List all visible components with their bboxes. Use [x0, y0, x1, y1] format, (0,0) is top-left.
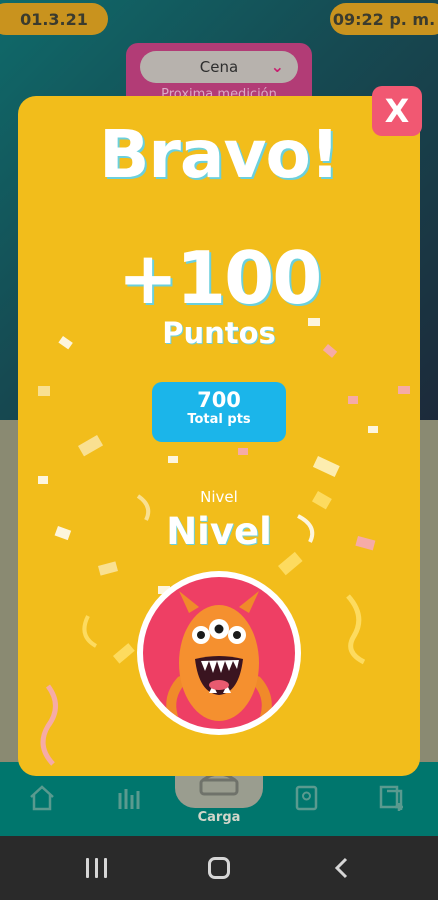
modal-title: Bravo!	[99, 116, 340, 193]
bar-chart-icon[interactable]	[108, 776, 152, 820]
total-points-label: Total pts	[187, 412, 251, 427]
avatar-inner	[143, 577, 295, 729]
close-button[interactable]: X	[372, 86, 422, 136]
home-button-icon[interactable]	[199, 852, 239, 884]
scale-label: Carga	[197, 810, 241, 825]
back-icon[interactable]	[322, 852, 362, 884]
level-value: Nivel	[166, 510, 272, 553]
home-icon[interactable]	[20, 776, 64, 820]
monster-avatar	[137, 571, 301, 735]
time-badge: 09:22 p. m.	[330, 3, 438, 35]
recents-icon[interactable]	[76, 852, 116, 884]
points-label: Puntos	[162, 316, 276, 350]
points-earned: +100	[117, 236, 323, 320]
total-points-value: 700	[197, 388, 241, 412]
total-points-badge: 700 Total pts	[152, 382, 286, 442]
add-copy-icon[interactable]	[370, 776, 414, 820]
reward-modal: Bravo! +100 Puntos 700 Total pts Nivel N…	[18, 96, 420, 776]
orange-monster-icon	[166, 591, 272, 722]
level-caption: Nivel	[200, 488, 238, 506]
close-icon: X	[384, 92, 410, 130]
chevron-down-icon: ⌄	[270, 57, 284, 76]
meal-select[interactable]: Cena ⌄	[140, 51, 298, 83]
profile-book-icon[interactable]	[284, 776, 328, 820]
date-badge: 01.3.21	[0, 3, 108, 35]
meal-select-value: Cena	[199, 58, 239, 76]
system-nav-bar	[0, 836, 438, 900]
